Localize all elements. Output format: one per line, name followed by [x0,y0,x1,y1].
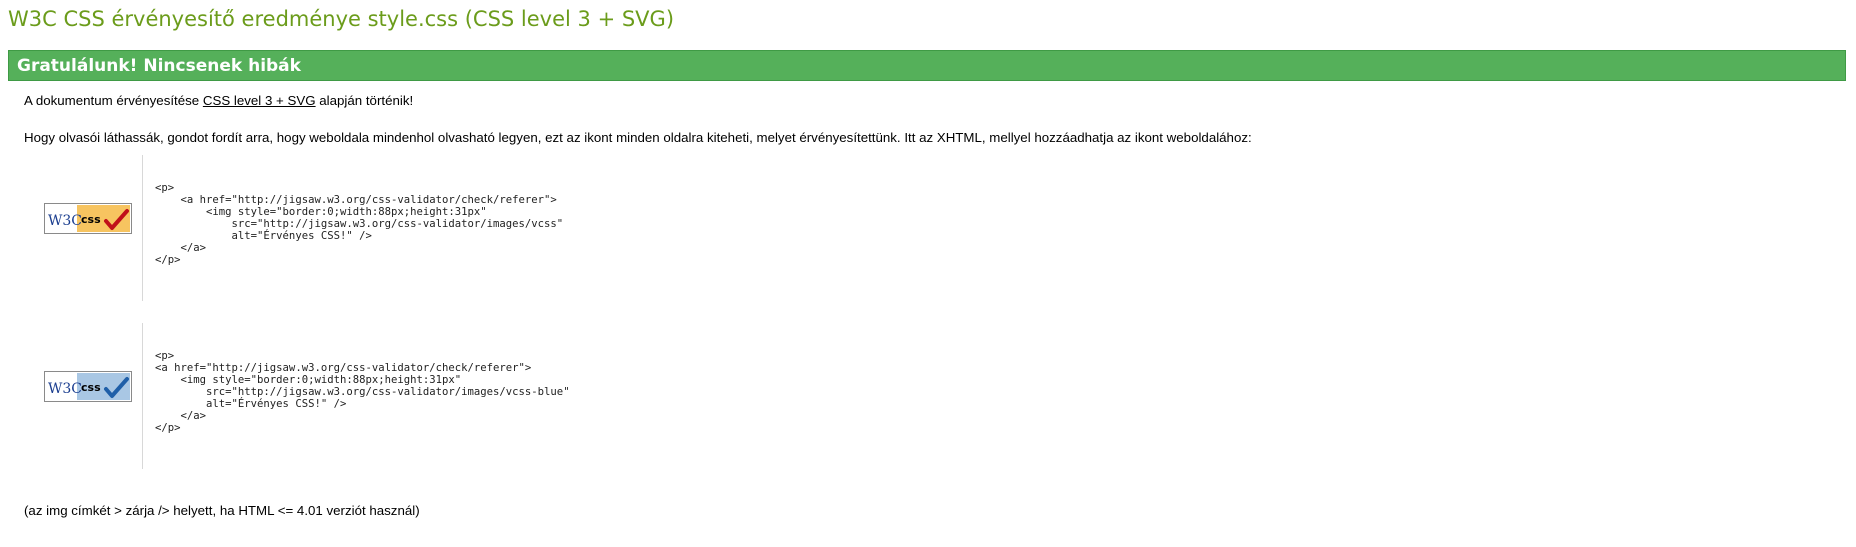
css-profile-link[interactable]: CSS level 3 + SVG [203,93,316,108]
badge-blue-css-text: css [81,381,101,394]
success-banner: Gratulálunk! Nincsenek hibák [8,50,1846,81]
code-divider [142,323,143,469]
badge-gold-w3c-text: W3C [48,213,82,229]
validation-profile-suffix: alapján történik! [315,93,414,108]
valid-css-badge-blue-icon[interactable]: W3C css [44,371,132,402]
badge-gold-css-text: css [81,213,101,226]
valid-css-badge-gold-icon[interactable]: W3C css [44,203,132,234]
badge-block-blue: W3C css <p> <a href="http://jigsaw.w3.or… [38,323,838,471]
validation-profile-text: A dokumentum érvényesítése CSS level 3 +… [24,92,413,110]
code-divider [142,155,143,301]
html4-note: (az img címkét > zárja /> helyett, ha HT… [24,503,420,518]
badge-blue-w3c-text: W3C [48,381,82,397]
badge-code-snippet-blue[interactable]: <p> <a href="http://jigsaw.w3.org/css-va… [155,350,570,434]
validation-profile-prefix: A dokumentum érvényesítése [24,93,203,108]
badge-info-text: Hogy olvasói láthassák, gondot fordít ar… [24,130,1252,145]
success-message: Gratulálunk! Nincsenek hibák [17,56,301,76]
page-title: W3C CSS érvényesítő eredménye style.css … [8,7,675,31]
badge-code-snippet-gold[interactable]: <p> <a href="http://jigsaw.w3.org/css-va… [155,182,563,266]
badge-block-gold: W3C css <p> <a href="http://jigsaw.w3.or… [38,155,838,303]
